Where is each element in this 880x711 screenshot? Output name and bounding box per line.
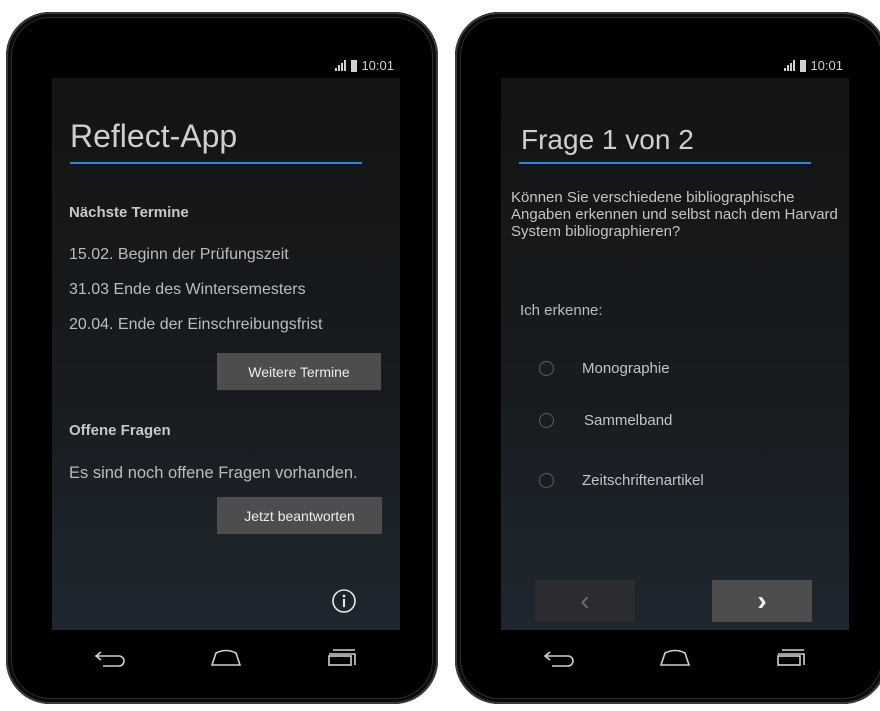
previous-button[interactable]: ‹ xyxy=(535,580,635,622)
battery-icon xyxy=(800,59,807,72)
signal-icon xyxy=(335,60,347,71)
signal-icon xyxy=(784,60,796,71)
title-underline xyxy=(519,162,811,164)
open-questions-text: Es sind noch offene Fragen vorhanden. xyxy=(69,464,358,482)
option-label: Monographie xyxy=(582,360,670,377)
nav-bar xyxy=(501,630,849,684)
open-questions-heading: Offene Fragen xyxy=(69,422,171,439)
radio-button[interactable] xyxy=(539,413,554,428)
option-monographie[interactable]: Monographie xyxy=(539,360,670,377)
option-zeitschriftenartikel[interactable]: Zeitschriftenartikel xyxy=(539,472,704,489)
back-icon[interactable] xyxy=(93,647,127,667)
event-item: 31.03 Ende des Wintersemesters xyxy=(69,281,306,298)
option-label: Zeitschriftenartikel xyxy=(582,472,704,489)
option-label: Sammelband xyxy=(584,412,673,429)
recent-apps-icon[interactable] xyxy=(774,647,808,667)
option-sammelband[interactable]: Sammelband xyxy=(539,412,672,429)
event-item: 20.04. Ende der Einschreibungsfrist xyxy=(69,316,323,333)
upcoming-heading: Nächste Termine xyxy=(69,204,189,221)
phone-left: 10:01 Reflect-App Nächste Termine 15.02.… xyxy=(6,12,438,704)
title-underline xyxy=(70,162,362,164)
radio-button[interactable] xyxy=(539,473,554,488)
event-item: 15.02. Beginn der Prüfungszeit xyxy=(69,246,289,263)
home-icon[interactable] xyxy=(209,647,243,667)
chevron-left-icon: ‹ xyxy=(580,585,590,616)
app-title: Reflect-App xyxy=(70,118,238,154)
question-title: Frage 1 von 2 xyxy=(521,124,694,155)
question-text: Können Sie verschiedene bibliographische… xyxy=(511,189,838,240)
battery-icon xyxy=(351,59,358,72)
nav-bar xyxy=(52,630,400,684)
radio-button[interactable] xyxy=(539,361,554,376)
chevron-right-icon: › xyxy=(757,585,767,616)
home-screen: 10:01 Reflect-App Nächste Termine 15.02.… xyxy=(52,54,400,684)
status-time: 10:01 xyxy=(810,58,843,73)
next-button[interactable]: › xyxy=(712,580,812,622)
more-events-button[interactable]: Weitere Termine xyxy=(217,353,381,390)
recent-apps-icon[interactable] xyxy=(325,647,359,667)
home-icon[interactable] xyxy=(658,647,692,667)
answer-prompt: Ich erkenne: xyxy=(520,302,603,319)
answer-now-button[interactable]: Jetzt beantworten xyxy=(217,497,382,534)
status-time: 10:01 xyxy=(361,58,394,73)
phone-right: 10:01 Frage 1 von 2 Können Sie verschied… xyxy=(455,12,880,704)
info-icon[interactable] xyxy=(331,588,357,614)
question-screen: 10:01 Frage 1 von 2 Können Sie verschied… xyxy=(501,54,849,684)
status-bar: 10:01 xyxy=(501,54,849,78)
back-icon[interactable] xyxy=(542,647,576,667)
status-bar: 10:01 xyxy=(52,54,400,78)
